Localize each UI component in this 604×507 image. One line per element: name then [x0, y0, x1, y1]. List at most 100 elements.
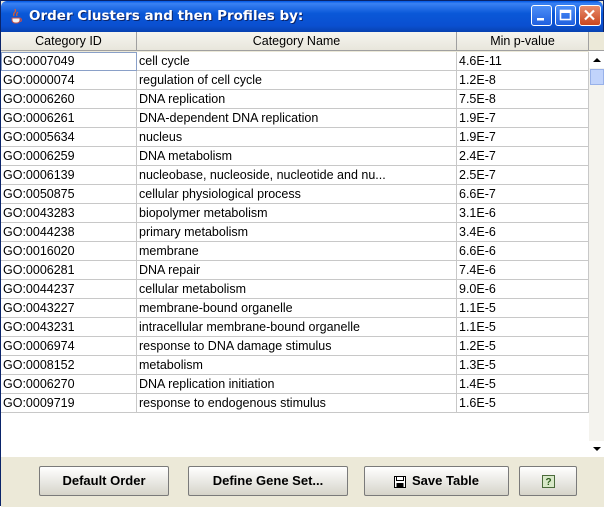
category-name-cell[interactable]: response to DNA damage stimulus	[137, 337, 457, 356]
table-row[interactable]: GO:0000074 regulation of cell cycle 1.2E-8	[1, 71, 589, 90]
window-title: Order Clusters and then Profiles by:	[29, 8, 304, 24]
category-name-cell[interactable]: primary metabolism	[137, 223, 457, 242]
min-p-value-cell[interactable]: 7.5E-8	[457, 90, 589, 109]
table-row[interactable]: GO:0006139 nucleobase, nucleoside, nucleo…	[1, 166, 589, 185]
category-id-cell[interactable]: GO:0006974	[1, 337, 137, 356]
maximize-icon	[559, 9, 572, 21]
category-id-cell[interactable]: GO:0006281	[1, 261, 137, 280]
title-bar[interactable]: Order Clusters and then Profiles by:	[1, 1, 603, 32]
category-name-cell[interactable]: membrane	[137, 242, 457, 261]
table-row[interactable]: GO:0007049 cell cycle 4.6E-11	[1, 52, 589, 71]
min-p-value-cell[interactable]: 6.6E-6	[457, 242, 589, 261]
min-p-value-cell[interactable]: 7.4E-6	[457, 261, 589, 280]
floppy-disk-icon	[394, 475, 407, 488]
category-name-cell[interactable]: membrane-bound organelle	[137, 299, 457, 318]
min-p-value-cell[interactable]: 2.4E-7	[457, 147, 589, 166]
save-table-button[interactable]: Save Table	[364, 466, 509, 496]
button-bar: Default Order Define Gene Set... Save Ta…	[1, 457, 604, 507]
category-id-cell[interactable]: GO:0006139	[1, 166, 137, 185]
category-name-cell[interactable]: cell cycle	[137, 52, 457, 71]
category-id-cell[interactable]: GO:0000074	[1, 71, 137, 90]
category-id-cell[interactable]: GO:0050875	[1, 185, 137, 204]
table-row[interactable]: GO:0043283 biopolymer metabolism 3.1E-6	[1, 204, 589, 223]
category-id-cell[interactable]: GO:0043227	[1, 299, 137, 318]
table-row[interactable]: GO:0006259 DNA metabolism 2.4E-7	[1, 147, 589, 166]
scroll-thumb[interactable]	[590, 69, 604, 85]
category-name-cell[interactable]: nucleus	[137, 128, 457, 147]
close-icon	[584, 9, 595, 21]
table-row[interactable]: GO:0050875 cellular physiological process…	[1, 185, 589, 204]
category-id-cell[interactable]: GO:0006261	[1, 109, 137, 128]
min-p-value-cell[interactable]: 1.1E-5	[457, 299, 589, 318]
category-name-cell[interactable]: regulation of cell cycle	[137, 71, 457, 90]
category-id-cell[interactable]: GO:0006259	[1, 147, 137, 166]
category-id-cell[interactable]: GO:0044237	[1, 280, 137, 299]
column-header-category-name[interactable]: Category Name	[137, 32, 457, 51]
table-row[interactable]: GO:0006260 DNA replication 7.5E-8	[1, 90, 589, 109]
scroll-up-button[interactable]	[589, 52, 604, 68]
scroll-down-button[interactable]	[589, 441, 604, 457]
table-row[interactable]: GO:0006974 response to DNA damage stimulu…	[1, 337, 589, 356]
min-p-value-cell[interactable]: 1.3E-5	[457, 356, 589, 375]
category-name-cell[interactable]: DNA metabolism	[137, 147, 457, 166]
table-row[interactable]: GO:0043227 membrane-bound organelle 1.1E-5	[1, 299, 589, 318]
table-row[interactable]: GO:0016020 membrane 6.6E-6	[1, 242, 589, 261]
min-p-value-cell[interactable]: 1.6E-5	[457, 394, 589, 413]
min-p-value-cell[interactable]: 4.6E-11	[457, 52, 589, 71]
column-header-min-p-value[interactable]: Min p-value	[457, 32, 589, 51]
table-row[interactable]: GO:0006281 DNA repair 7.4E-6	[1, 261, 589, 280]
min-p-value-cell[interactable]: 6.6E-7	[457, 185, 589, 204]
close-button[interactable]	[579, 5, 601, 26]
vertical-scrollbar[interactable]	[589, 52, 604, 457]
category-id-cell[interactable]: GO:0006270	[1, 375, 137, 394]
table-row[interactable]: GO:0005634 nucleus 1.9E-7	[1, 128, 589, 147]
category-name-cell[interactable]: cellular physiological process	[137, 185, 457, 204]
java-cup-icon	[11, 8, 22, 24]
column-header-category-id[interactable]: Category ID	[1, 32, 137, 51]
category-id-cell[interactable]: GO:0006260	[1, 90, 137, 109]
min-p-value-cell[interactable]: 1.2E-5	[457, 337, 589, 356]
define-gene-set-button[interactable]: Define Gene Set...	[188, 466, 348, 496]
min-p-value-cell[interactable]: 9.0E-6	[457, 280, 589, 299]
min-p-value-cell[interactable]: 1.2E-8	[457, 71, 589, 90]
min-p-value-cell[interactable]: 3.4E-6	[457, 223, 589, 242]
min-p-value-cell[interactable]: 1.1E-5	[457, 318, 589, 337]
help-button[interactable]: ?	[519, 466, 577, 496]
min-p-value-cell[interactable]: 3.1E-6	[457, 204, 589, 223]
category-id-cell[interactable]: GO:0009719	[1, 394, 137, 413]
category-name-cell[interactable]: DNA-dependent DNA replication	[137, 109, 457, 128]
table-row[interactable]: GO:0006270 DNA replication initiation 1.4E…	[1, 375, 589, 394]
min-p-value-cell[interactable]: 1.9E-7	[457, 128, 589, 147]
category-name-cell[interactable]: nucleobase, nucleoside, nucleotide and n…	[137, 166, 457, 185]
category-name-cell[interactable]: DNA replication	[137, 90, 457, 109]
category-id-cell[interactable]: GO:0043283	[1, 204, 137, 223]
category-id-cell[interactable]: GO:0005634	[1, 128, 137, 147]
category-name-cell[interactable]: biopolymer metabolism	[137, 204, 457, 223]
category-id-cell[interactable]: GO:0007049	[1, 52, 137, 71]
category-id-cell[interactable]: GO:0008152	[1, 356, 137, 375]
min-p-value-cell[interactable]: 1.9E-7	[457, 109, 589, 128]
table-row[interactable]: GO:0044237 cellular metabolism 9.0E-6	[1, 280, 589, 299]
table-row[interactable]: GO:0006261 DNA-dependent DNA replication 1…	[1, 109, 589, 128]
category-name-cell[interactable]: metabolism	[137, 356, 457, 375]
table-row[interactable]: GO:0008152 metabolism 1.3E-5	[1, 356, 589, 375]
maximize-button[interactable]	[555, 5, 576, 26]
table-row[interactable]: GO:0044238 primary metabolism 3.4E-6	[1, 223, 589, 242]
category-name-cell[interactable]: DNA repair	[137, 261, 457, 280]
table-row[interactable]: GO:0009719 response to endogenous stimulu…	[1, 394, 589, 413]
table-header: Category ID Category Name Min p-value	[1, 32, 589, 52]
min-p-value-cell[interactable]: 1.4E-5	[457, 375, 589, 394]
default-order-button[interactable]: Default Order	[39, 466, 169, 496]
category-id-cell[interactable]: GO:0044238	[1, 223, 137, 242]
category-name-cell[interactable]: cellular metabolism	[137, 280, 457, 299]
category-name-cell[interactable]: DNA replication initiation	[137, 375, 457, 394]
category-name-cell[interactable]: intracellular membrane-bound organelle	[137, 318, 457, 337]
minimize-button[interactable]	[531, 5, 552, 26]
category-name-cell[interactable]: response to endogenous stimulus	[137, 394, 457, 413]
table-row[interactable]: GO:0043231 intracellular membrane-bound o…	[1, 318, 589, 337]
min-p-value-cell[interactable]: 2.5E-7	[457, 166, 589, 185]
header-corner	[589, 32, 604, 51]
category-id-cell[interactable]: GO:0043231	[1, 318, 137, 337]
category-table: Category ID Category Name Min p-value GO…	[1, 32, 604, 457]
category-id-cell[interactable]: GO:0016020	[1, 242, 137, 261]
